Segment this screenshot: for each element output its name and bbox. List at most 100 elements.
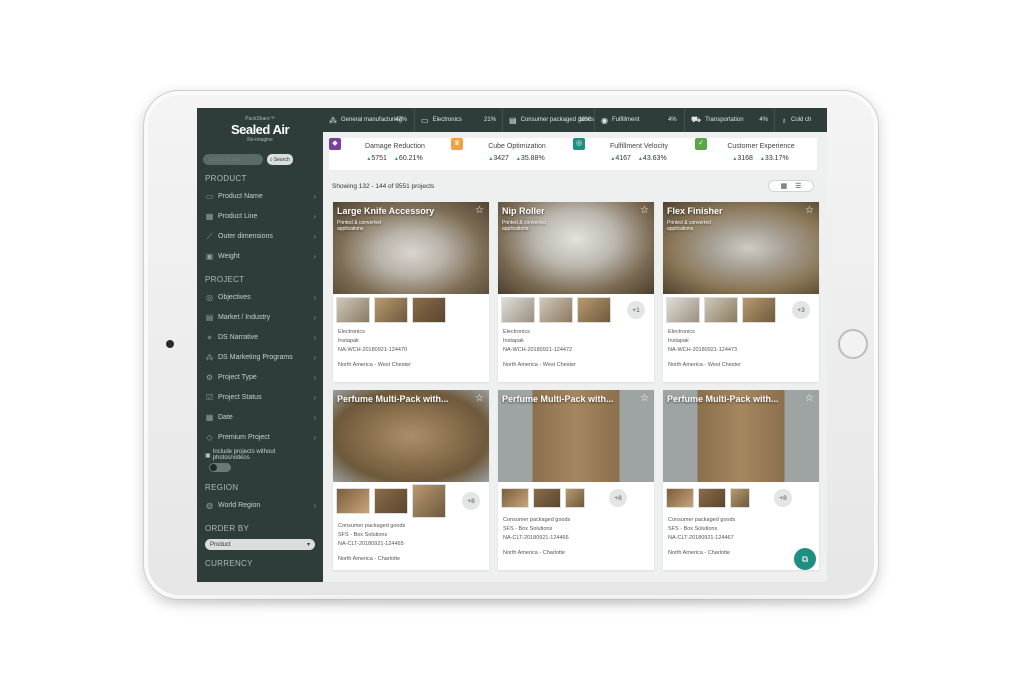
kpi-cube-optimization[interactable]: ♛ Cube Optimization ▴3427 ▴35.88% [451,138,573,170]
star-icon[interactable]: ☆ [475,205,484,216]
project-hero-image[interactable]: Flex Finisher Printed & converted applic… [663,202,819,294]
thumbnail[interactable] [336,297,370,323]
sidebar-item-premium-project[interactable]: ◇ Premium Project › [197,427,323,447]
category-cold-chain[interactable]: ♁ Cold ch [775,108,827,132]
project-region: North America - West Chester [338,362,411,368]
thumbnail[interactable] [704,297,738,323]
home-button[interactable] [838,329,868,359]
search-button[interactable]: ⌕ Search [267,154,293,165]
sidebar-item-product-line[interactable]: ▦ Product Line › [197,206,323,226]
project-card[interactable]: Nip Roller Printed & converted applicati… [498,202,654,382]
category-consumer-packaged-goods[interactable]: ▤ Consumer packaged goods 10% [503,108,595,132]
star-icon[interactable]: ☆ [805,205,814,216]
sidebar-item-project-status[interactable]: ☑ Project Status › [197,387,323,407]
project-code: NA-CLT-20180921-124467 [668,535,734,541]
kpi-percent: 43.63% [642,155,667,162]
project-card[interactable]: Perfume Multi-Pack with... ☆ +8 Consumer… [498,390,654,570]
project-product: SFS - Box Solutions [338,532,388,538]
project-product: Instapak [503,338,524,344]
thumbnail[interactable] [666,297,700,323]
search-input[interactable] [203,154,263,165]
star-icon[interactable]: ☆ [475,393,484,404]
project-code: NA-CLT-20180921-124466 [503,535,569,541]
trend-up-icon: ▴ [733,156,737,162]
thumbnail[interactable] [666,488,694,508]
star-icon[interactable]: ☆ [805,393,814,404]
thumbnail[interactable] [698,488,726,508]
thumbnail[interactable] [539,297,573,323]
sidebar-item-product-name[interactable]: ▭ Product Name › [197,186,323,206]
thumbnail[interactable] [336,488,370,514]
more-photos-badge[interactable]: +8 [462,492,480,510]
trend-up-icon: ▴ [638,156,642,162]
category-label: Transportation [705,116,744,123]
project-hero-image[interactable]: Perfume Multi-Pack with... ☆ [663,390,819,482]
star-icon[interactable]: ☆ [640,393,649,404]
project-hero-image[interactable]: Perfume Multi-Pack with... ☆ [333,390,489,482]
project-card[interactable]: Flex Finisher Printed & converted applic… [663,202,819,382]
project-meta: Consumer packaged goods SFS - Box Soluti… [333,520,489,566]
project-card[interactable]: Perfume Multi-Pack with... ☆ +8 Consumer… [333,390,489,570]
star-icon[interactable]: ☆ [640,205,649,216]
trend-up-icon: ▴ [394,156,398,162]
sidebar-item-world-region[interactable]: ◍ World Region › [197,495,323,515]
order-by-select[interactable]: Product ▾ [205,539,315,550]
sidebar-item-weight[interactable]: ▣ Weight › [197,246,323,266]
sidebar-item-date[interactable]: ▦ Date › [197,407,323,427]
search-row: ⌕ Search [197,154,323,165]
thumbnail[interactable] [565,488,585,508]
thumbnail[interactable] [742,297,776,323]
thumbnail[interactable] [412,484,446,518]
view-toggle[interactable]: ▦ ☰ [768,180,814,192]
project-hero-image[interactable]: Large Knife Accessory Printed & converte… [333,202,489,294]
kpi-fulfillment-velocity[interactable]: ◎ Fulfillment Velocity ▴4167 ▴43.63% [573,138,695,170]
thumbnail[interactable] [730,488,750,508]
more-photos-badge[interactable]: +3 [792,301,810,319]
include-no-photos-label: Include projects without photos/videos [212,449,276,461]
sidebar-item-label: Weight [218,252,240,260]
thumbnail[interactable] [533,488,561,508]
thumbnail[interactable] [374,297,408,323]
project-product: Instapak [338,338,359,344]
kpi-percent: 35.88% [520,155,545,162]
sidebar-item-project-type[interactable]: ⚙ Project Type › [197,367,323,387]
thumbnail[interactable] [501,488,529,508]
category-percent: 4% [759,117,768,123]
thumbnail[interactable] [501,297,535,323]
sidebar-item-outer-dimensions[interactable]: ⟋ Outer dimensions › [197,226,323,246]
project-hero-image[interactable]: Perfume Multi-Pack with... ☆ [498,390,654,482]
thumbnail[interactable] [412,297,446,323]
ruler-icon: ⟋ [206,231,213,241]
truck-icon: ⛟ [691,115,702,124]
thumbnail[interactable] [374,488,408,514]
kpi-customer-experience[interactable]: ✓ Customer Experience ▴3168 ▴33.17% [695,138,817,170]
include-no-photos-toggle[interactable] [209,463,231,472]
more-photos-badge[interactable]: +8 [609,489,627,507]
grid-view-icon[interactable]: ▦ [781,182,788,190]
sidebar-item-label: Project Type [218,373,257,381]
category-percent: 4% [667,117,677,123]
more-photos-badge[interactable]: +8 [774,489,792,507]
category-fulfillment[interactable]: ◉ Fulfillment 4% [595,108,685,132]
project-product: SFS - Box Solutions [668,526,718,532]
category-electronics[interactable]: ▭ Electronics 21% [415,108,503,132]
diamond-icon: ◇ [206,432,213,442]
kpi-damage-reduction[interactable]: ◆ Damage Reduction ▴5751 ▴60.21% [329,138,451,170]
project-hero-image[interactable]: Nip Roller Printed & converted applicati… [498,202,654,294]
search-icon: ⌕ [270,156,273,163]
project-card[interactable]: Perfume Multi-Pack with... ☆ +8 Consumer… [663,390,819,570]
compare-button[interactable]: ⧉ [794,548,816,570]
sidebar-item-ds-marketing-programs[interactable]: ⁂ DS Marketing Programs › [197,347,323,367]
list-view-icon[interactable]: ☰ [795,182,801,190]
weight-icon: ▣ [205,251,214,261]
thumbnail[interactable] [577,297,611,323]
trophy-icon: ♛ [451,138,463,150]
more-photos-badge[interactable]: +1 [627,301,645,319]
project-card[interactable]: Large Knife Accessory Printed & converte… [333,202,489,382]
sidebar-item-objectives[interactable]: ◎ Objectives › [197,287,323,307]
sidebar-item-market-industry[interactable]: ▤ Market / Industry › [197,307,323,327]
category-transportation[interactable]: ⛟ Transportation 4% [685,108,775,132]
sidebar-item-ds-narrative[interactable]: ⋄ DS Narrative › [197,327,323,347]
project-product: SFS - Box Solutions [503,526,553,532]
category-general-manufacturing[interactable]: ⁂ General manufacturing 47% [323,108,415,132]
